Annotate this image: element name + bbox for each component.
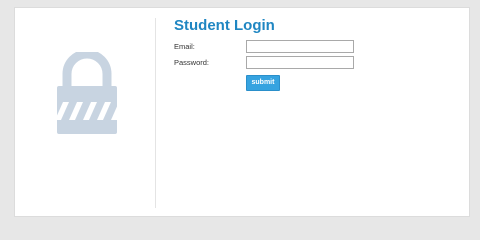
password-label: Password: [174,58,210,67]
lock-icon [57,52,117,134]
vertical-divider [155,18,156,208]
page-title: Student Login [174,17,275,34]
login-form: Student Login Email: Password: submit [174,16,464,95]
email-label: Email: [174,42,195,51]
submit-button[interactable]: submit [246,75,280,91]
login-card: Student Login Email: Password: submit [14,7,470,217]
submit-row: submit [174,71,464,95]
email-row: Email: [174,40,464,55]
password-row: Password: [174,56,464,71]
password-field[interactable] [246,56,354,69]
illustration-panel [15,8,155,216]
email-field[interactable] [246,40,354,53]
